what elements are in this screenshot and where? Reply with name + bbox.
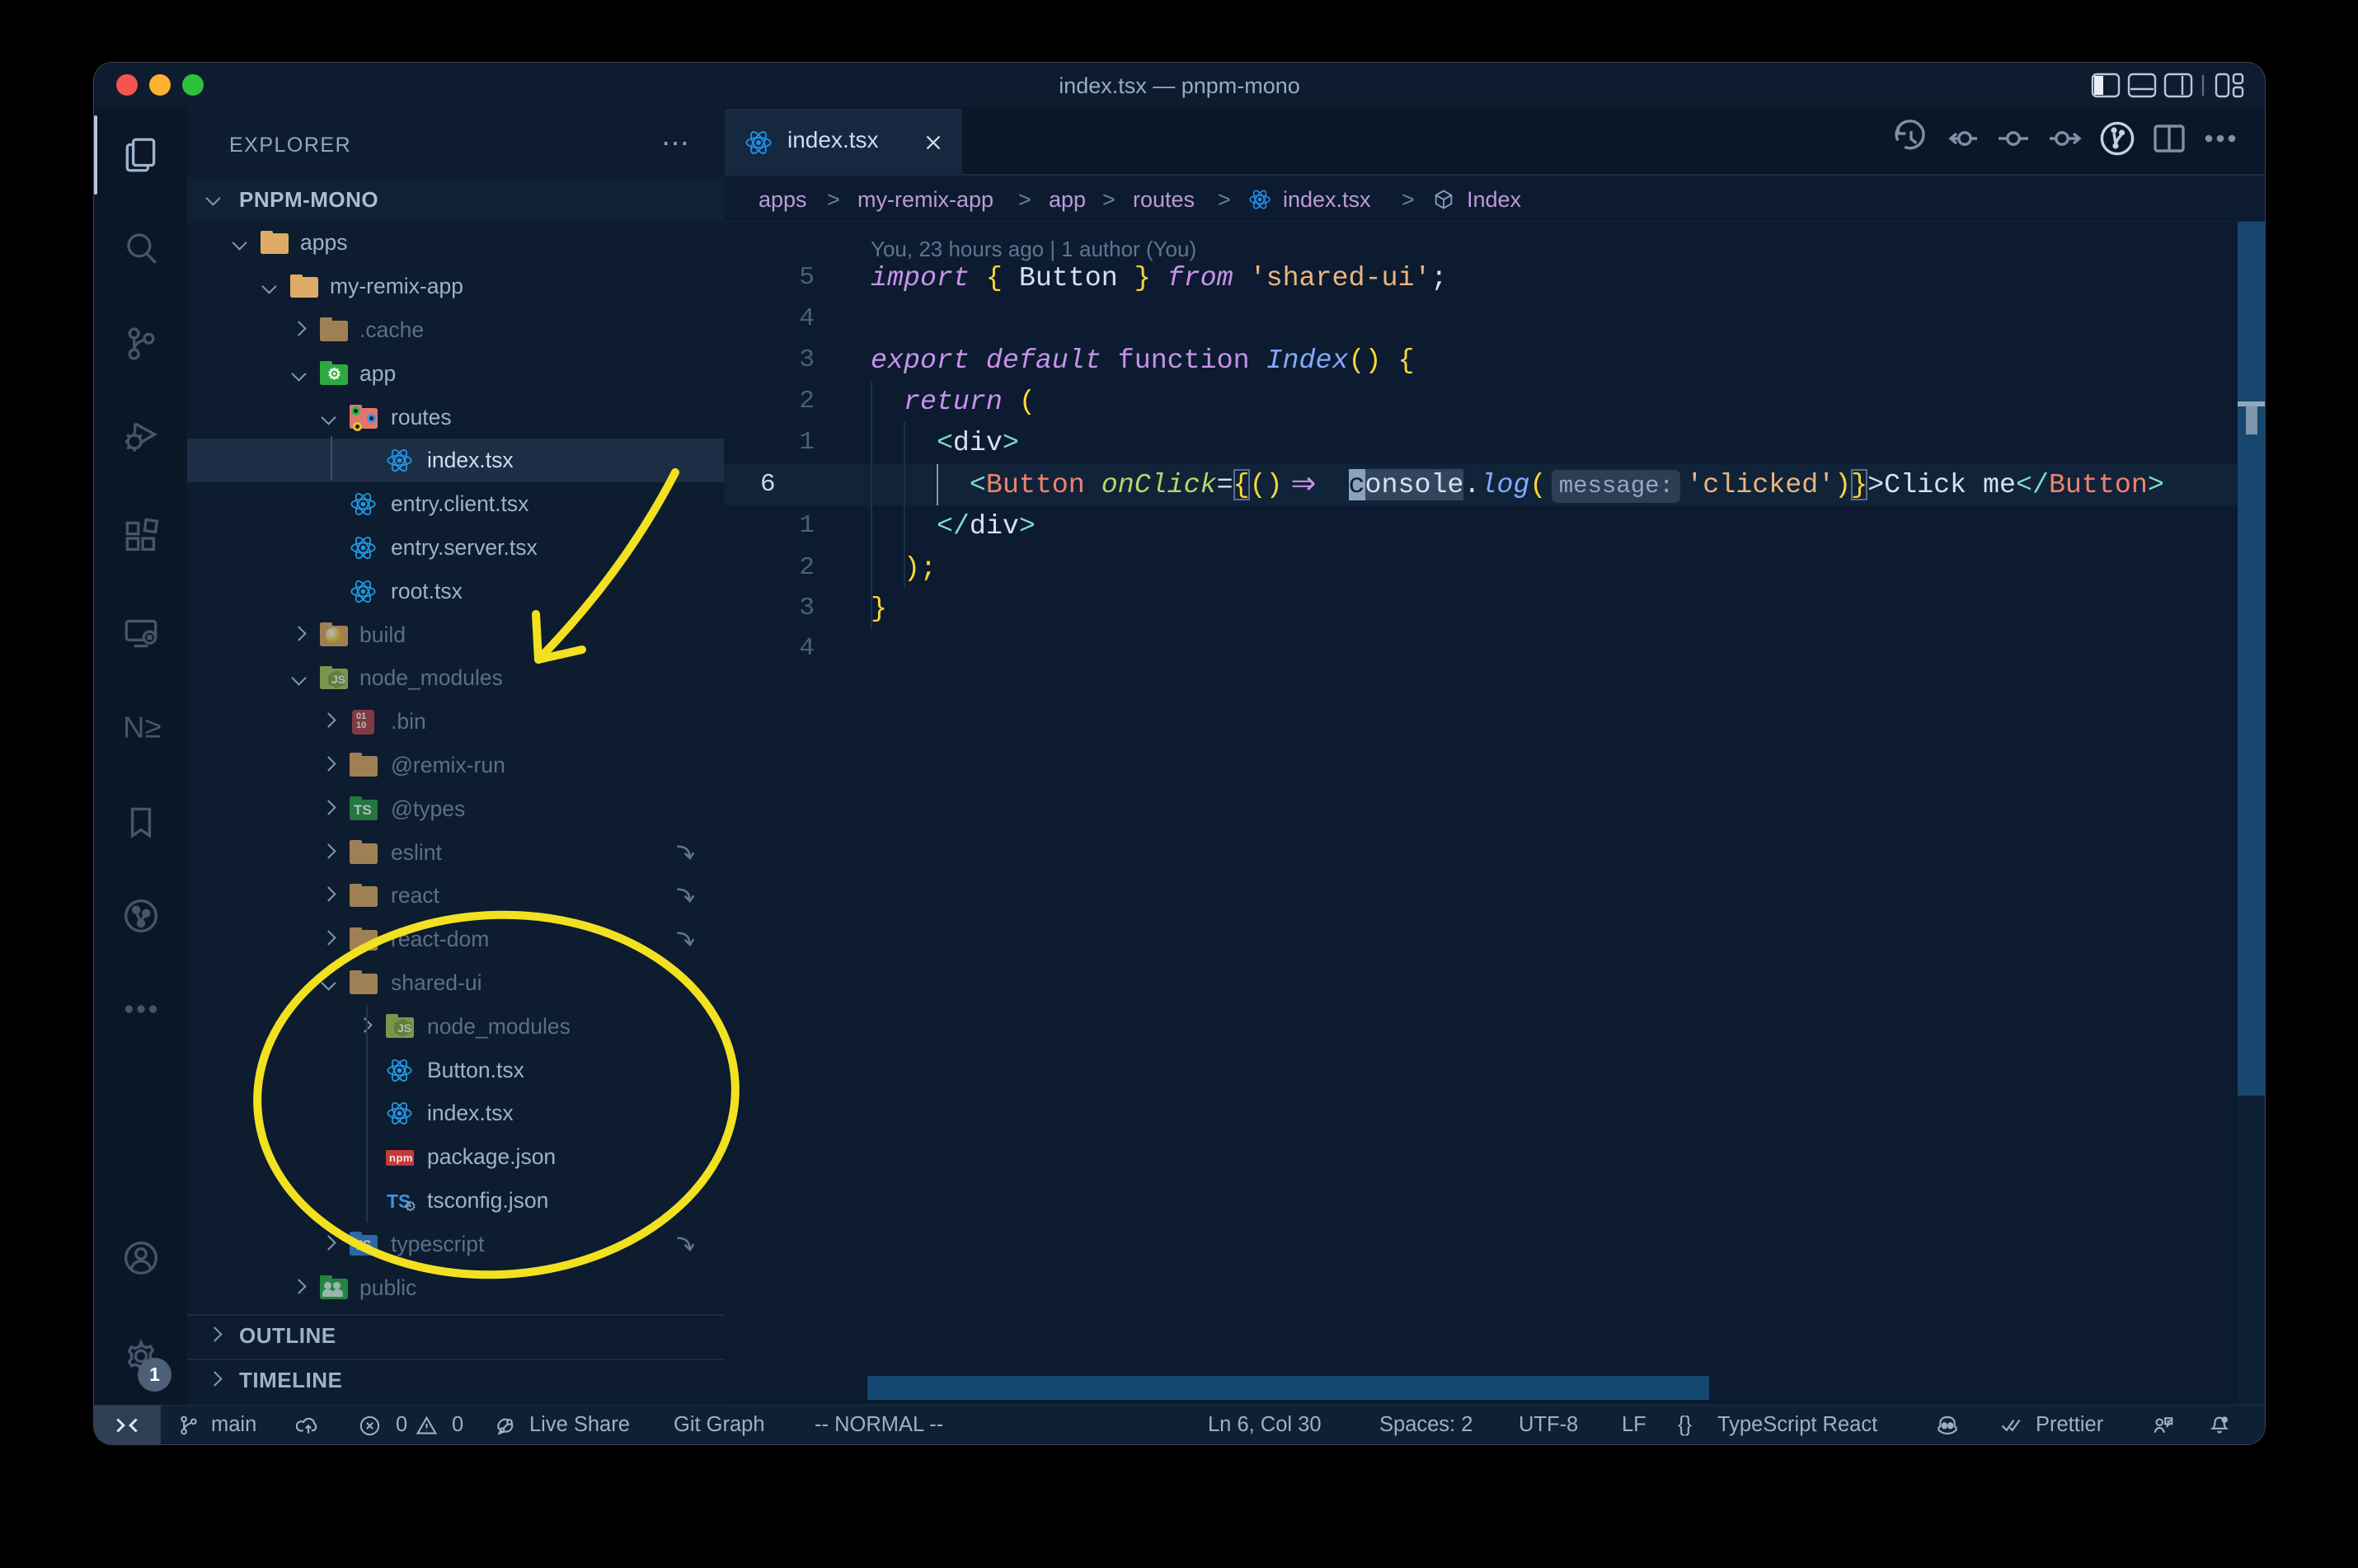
svg-text:N≥: N≥ [123,711,161,744]
